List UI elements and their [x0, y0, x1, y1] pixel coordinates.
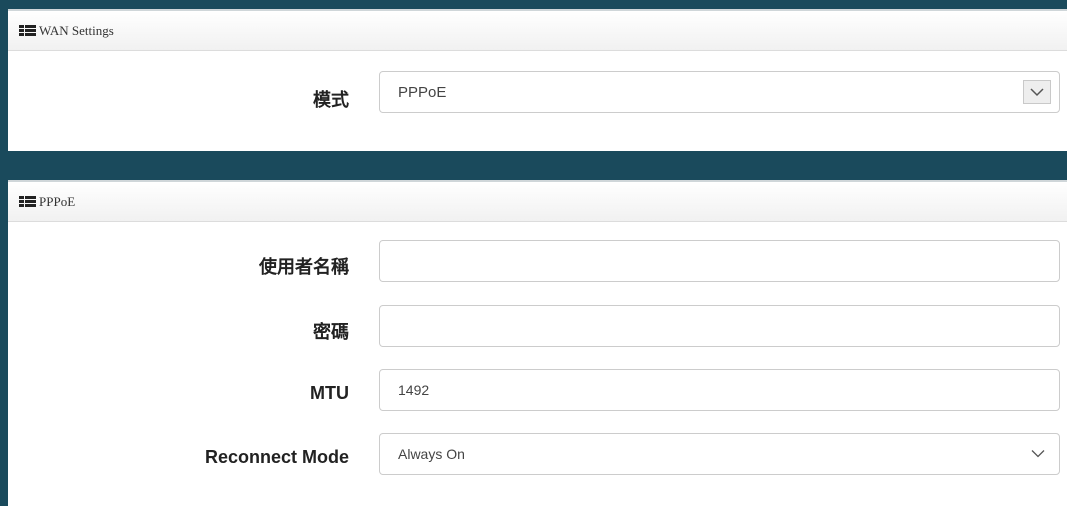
reconnect-mode-label: Reconnect Mode	[204, 447, 349, 467]
mtu-input[interactable]: 1492	[379, 369, 1060, 411]
mode-select-value: PPPoE	[398, 83, 447, 101]
pppoe-title: PPPoE	[39, 193, 76, 209]
wan-settings-header: WAN Settings	[8, 11, 1067, 51]
mode-label: 模式	[313, 90, 349, 110]
reconnect-mode-select[interactable]: Always On	[379, 433, 1060, 475]
password-input[interactable]	[379, 305, 1060, 347]
mode-select[interactable]: PPPoE	[379, 71, 1060, 113]
page: WAN Settings PPPoE 模式 PPPoE 使用者名稱 密碼 MTU…	[0, 0, 1067, 506]
list-icon	[19, 196, 36, 207]
username-label: 使用者名稱	[259, 257, 349, 277]
chevron-down-icon[interactable]	[1031, 450, 1045, 459]
mtu-value: 1492	[398, 382, 430, 398]
username-input[interactable]	[379, 240, 1060, 282]
mtu-label: MTU	[310, 383, 349, 403]
password-label: 密碼	[313, 322, 349, 342]
list-icon	[19, 25, 36, 36]
chevron-down-icon[interactable]	[1023, 80, 1051, 104]
wan-settings-title: WAN Settings	[39, 22, 114, 38]
pppoe-header: PPPoE	[8, 182, 1067, 222]
reconnect-mode-value: Always On	[398, 446, 465, 462]
